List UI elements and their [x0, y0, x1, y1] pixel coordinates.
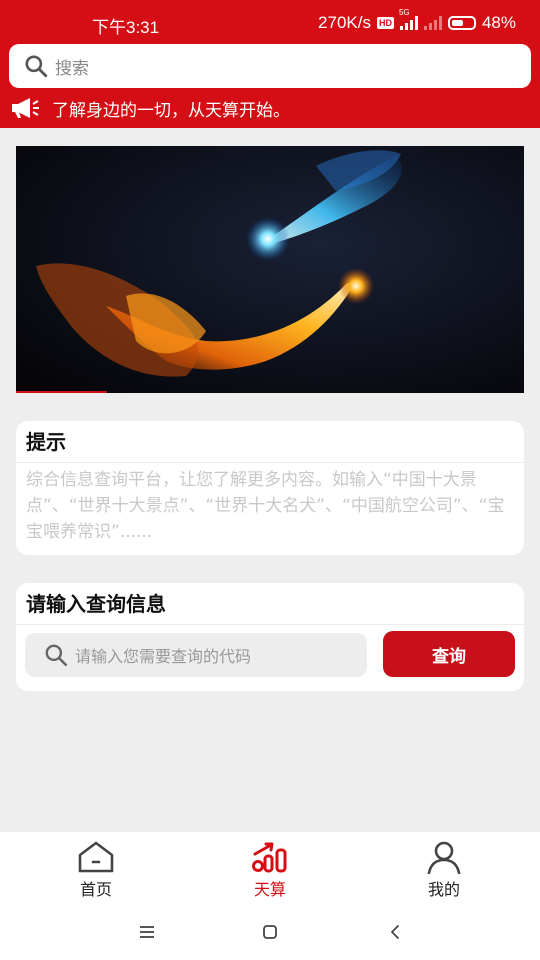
user-icon [427, 841, 461, 874]
query-card: 请输入查询信息 请输入您需要查询的代码 查询 [16, 583, 524, 691]
search-icon [45, 644, 68, 667]
network-tag: 5G [398, 8, 410, 17]
status-indicators: 270K/s HD 5G 48% [318, 8, 516, 33]
battery-icon [447, 16, 476, 30]
fireballs-video-frame [16, 146, 524, 393]
network-speed: 270K/s [318, 13, 371, 32]
query-button[interactable]: 查询 [383, 631, 515, 677]
tip-text: 综合信息查询平台，让您了解更多内容。如输入“中国十大景点”、“世界十大景点”、“… [26, 470, 505, 542]
tab-tiansuan-label: 天算 [253, 880, 286, 899]
home-square-icon[interactable] [258, 920, 282, 944]
tab-mine-label: 我的 [427, 880, 460, 899]
home-icon [78, 841, 114, 873]
tab-tiansuan[interactable]: 天算 [210, 840, 330, 900]
search-placeholder: 搜索 [55, 58, 89, 79]
tab-mine[interactable]: 我的 [384, 840, 504, 900]
back-icon[interactable] [383, 920, 407, 944]
signal-secondary-icon [423, 16, 442, 30]
status-bar: 下午3:31 270K/s HD 5G 48% [0, 0, 540, 44]
battery-percent: 48% [481, 13, 516, 32]
tab-home-label: 首页 [79, 880, 112, 899]
tip-card: 提示 综合信息查询平台，让您了解更多内容。如输入“中国十大景点”、“世界十大景点… [16, 421, 524, 555]
hd-badge: HD [376, 17, 394, 29]
video-progress-bar[interactable] [16, 391, 107, 393]
notice-banner: 了解身边的一切，从天算开始。 [10, 94, 290, 122]
chart-icon [252, 842, 287, 873]
query-title: 请输入查询信息 [16, 583, 524, 625]
search-icon [25, 55, 48, 78]
tab-home[interactable]: 首页 [36, 840, 156, 900]
tip-title: 提示 [16, 421, 524, 463]
signal-5g-icon: 5G [399, 8, 418, 30]
query-code-input[interactable]: 请输入您需要查询的代码 [25, 633, 367, 677]
system-nav-bar [0, 904, 540, 960]
query-input-placeholder: 请输入您需要查询的代码 [75, 647, 252, 666]
bottom-tab-bar: 首页 天算 我的 [0, 832, 540, 904]
notice-text: 了解身边的一切，从天算开始。 [52, 100, 290, 121]
video-player[interactable] [16, 146, 524, 393]
menu-icon[interactable] [135, 920, 159, 944]
status-time: 下午3:31 [92, 18, 160, 37]
app-header: 下午3:31 270K/s HD 5G 48% 搜索 了解身边的一切，从天算开始… [0, 0, 540, 128]
search-bar[interactable]: 搜索 [9, 44, 531, 88]
megaphone-icon [12, 98, 39, 118]
query-row: 请输入您需要查询的代码 查询 [16, 631, 524, 679]
